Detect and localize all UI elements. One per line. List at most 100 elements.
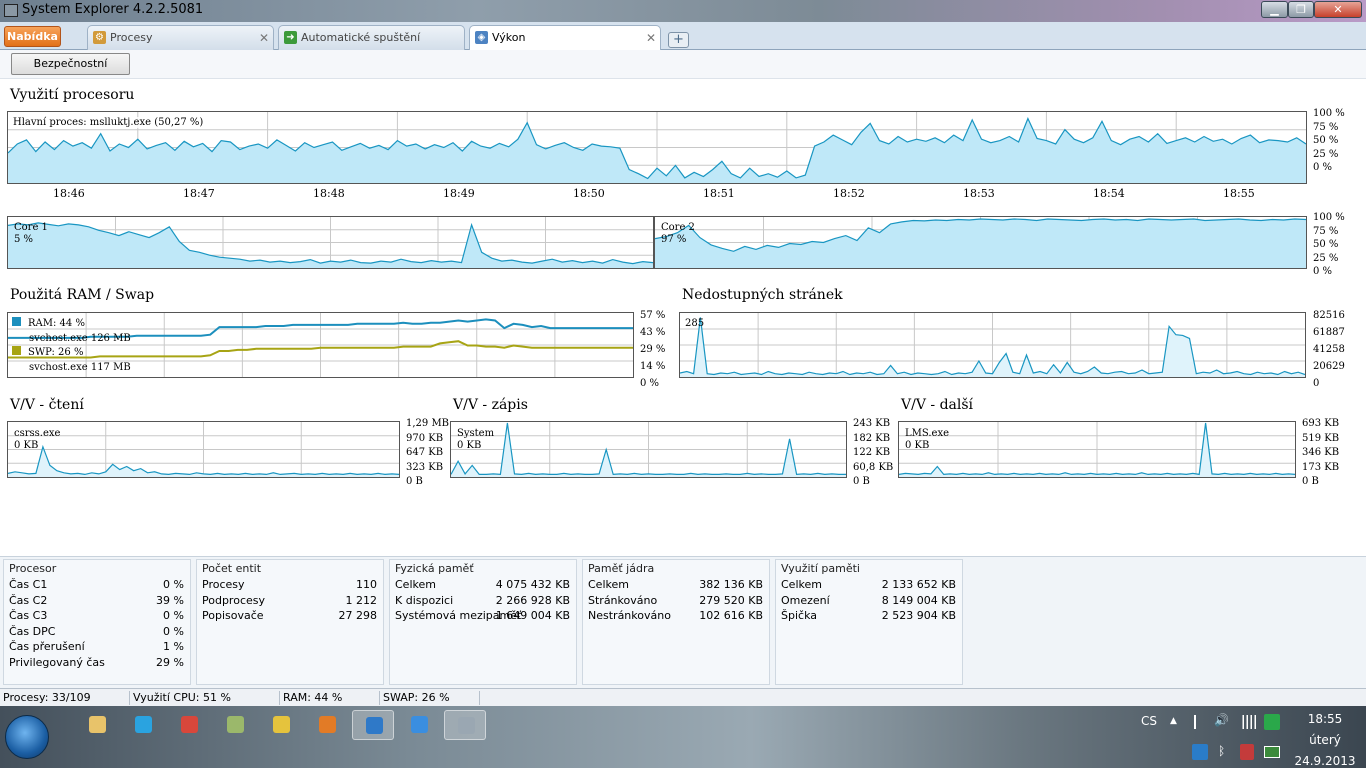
skype-icon <box>135 716 152 733</box>
io-read-graph[interactable] <box>7 421 400 478</box>
ie-icon <box>411 716 428 733</box>
minimize-button[interactable]: ▁ <box>1261 1 1288 18</box>
pagefaults-y-axis: 82516 61887 41258 20629 0 <box>1313 307 1345 392</box>
panel-title: Počet entit <box>202 562 262 575</box>
taskbar-app-button[interactable] <box>444 710 486 740</box>
stat-value: 1 % <box>163 640 184 654</box>
menu-button[interactable]: Nabídka <box>4 26 61 47</box>
io-other-y-axis: 693 KB 519 KB 346 KB 173 KB 0 B <box>1302 417 1339 490</box>
io-other-graph[interactable] <box>898 421 1296 478</box>
core2-name: Core 2 <box>661 222 695 233</box>
core1-chart <box>8 217 653 268</box>
core2-graph[interactable] <box>654 216 1307 269</box>
swap-legend-label: SWP: 26 % <box>28 347 84 358</box>
panel-title: Fyzická paměť <box>395 562 474 575</box>
startup-arrow-icon: ➜ <box>284 31 297 44</box>
clock[interactable]: 18:55 úterý 24.9.2013 <box>1290 709 1360 768</box>
core1-graph[interactable] <box>7 216 654 269</box>
io-read-label: csrss.exe 0 KB <box>14 428 60 452</box>
stat-value: 1 212 <box>345 593 378 607</box>
tray-expand-icon[interactable]: ▲ <box>1170 716 1177 726</box>
y-tick-label: 1,29 MB <box>406 418 450 429</box>
swap-swatch <box>12 346 21 355</box>
language-indicator[interactable]: CS <box>1141 714 1157 728</box>
security-check-button[interactable]: Bezpečnostní kontrola <box>11 53 130 90</box>
time-tick-label: 18:53 <box>963 187 995 200</box>
stat-row: Špička 2 523 904 KB <box>781 609 956 625</box>
time-tick-label: 18:54 <box>1093 187 1125 200</box>
y-tick-label: 50 % <box>1313 135 1339 146</box>
stat-label: Čas přerušení <box>9 640 85 654</box>
signal-icon[interactable] <box>1240 715 1256 729</box>
security-icon[interactable] <box>1240 744 1254 760</box>
close-icon[interactable]: ✕ <box>259 26 269 50</box>
y-tick-label: 41258 <box>1313 344 1345 355</box>
taskbar-app-button[interactable] <box>306 710 348 740</box>
stat-value: 27 298 <box>338 609 378 623</box>
panel-title: Paměť jádra <box>588 562 655 575</box>
y-tick-label: 75 % <box>1313 225 1339 237</box>
taskbar-app-button[interactable] <box>398 710 440 740</box>
stat-label: Čas C1 <box>9 578 48 591</box>
taskbar-app-button[interactable] <box>76 710 118 740</box>
y-tick-label: 122 KB <box>853 447 891 458</box>
time-tick-label: 18:47 <box>183 187 215 200</box>
close-button[interactable]: ✕ <box>1314 1 1362 18</box>
add-tab-button[interactable]: + <box>668 32 689 48</box>
pagefaults-graph[interactable] <box>679 312 1306 378</box>
y-tick-label: 60,8 KB <box>853 461 894 473</box>
stat-row: Procesy 110 <box>202 578 377 594</box>
action-center-flag-icon[interactable] <box>1194 715 1206 729</box>
pagefaults-value: 285 <box>685 318 705 329</box>
firefox-icon <box>319 716 336 733</box>
tab-autostart[interactable]: ➜ Automatické spuštění <box>278 25 465 50</box>
stat-row: Celkem 2 133 652 KB <box>781 578 956 594</box>
panel-title: Využití paměti <box>781 562 860 575</box>
close-icon[interactable]: ✕ <box>646 26 656 50</box>
y-tick-label: 29 % <box>640 344 666 355</box>
stat-value: 2 523 904 KB <box>881 609 956 623</box>
stat-row: Podprocesy 1 212 <box>202 594 377 610</box>
ram-y-axis: 57 % 43 % 29 % 14 % 0 % <box>640 307 665 392</box>
taskbar-app-button[interactable] <box>168 710 210 740</box>
status-bar: Procesy: 33/109 Využití CPU: 51 % RAM: 4… <box>0 688 1366 706</box>
stat-value: 29 % <box>156 656 184 669</box>
volume-icon[interactable]: 🔊 <box>1214 713 1229 727</box>
stat-label: Špička <box>781 609 817 623</box>
stat-row: Čas C1 0 % <box>9 578 184 594</box>
y-tick-label: 0 % <box>1313 266 1333 277</box>
io-write-graph[interactable] <box>450 421 847 478</box>
y-tick-label: 0 B <box>1302 476 1319 487</box>
y-tick-label: 693 KB <box>1302 418 1340 429</box>
stat-label: Stránkováno <box>588 593 658 607</box>
network-icon[interactable] <box>1192 744 1208 760</box>
window-title: System Explorer 4.2.2.5081 <box>22 2 204 17</box>
clock-weekday: úterý <box>1309 733 1341 747</box>
y-tick-label: 50 % <box>1313 239 1339 250</box>
y-tick-label: 82516 <box>1313 310 1345 321</box>
core1-name: Core 1 <box>14 222 48 233</box>
taskbar-app-button[interactable] <box>122 710 164 740</box>
time-tick-label: 18:50 <box>573 187 605 200</box>
io-write-y-axis: 243 KB 182 KB 122 KB 60,8 KB 0 B <box>853 417 893 490</box>
core1-value: 5 % <box>14 234 34 245</box>
battery-icon[interactable] <box>1264 746 1280 758</box>
sync-icon[interactable] <box>1264 714 1280 730</box>
remote-desktop-icon <box>366 717 383 734</box>
y-tick-label: 25 % <box>1313 148 1339 160</box>
io-read-value: 0 KB <box>14 440 39 451</box>
cpu-section-title: Využití procesoru <box>10 87 135 103</box>
taskbar-app-button[interactable] <box>352 710 394 740</box>
taskbar-app-button[interactable] <box>214 710 256 740</box>
window-title-bar[interactable]: System Explorer 4.2.2.5081 ▁ ❐ ✕ <box>0 0 1366 22</box>
stat-value: 2 133 652 KB <box>881 578 956 591</box>
clock-time: 18:55 <box>1307 712 1343 726</box>
stat-value: 102 616 KB <box>699 609 763 623</box>
maximize-button[interactable]: ❐ <box>1288 1 1314 18</box>
tab-performance[interactable]: ◈ Výkon ✕ <box>469 25 661 51</box>
tab-processes[interactable]: ⚙ Procesy ✕ <box>87 25 274 50</box>
io-read-process: csrss.exe <box>14 428 61 439</box>
taskbar-app-button[interactable] <box>260 710 302 740</box>
bluetooth-icon[interactable]: ᛒ <box>1218 744 1225 758</box>
taskbar-apps <box>0 706 500 746</box>
